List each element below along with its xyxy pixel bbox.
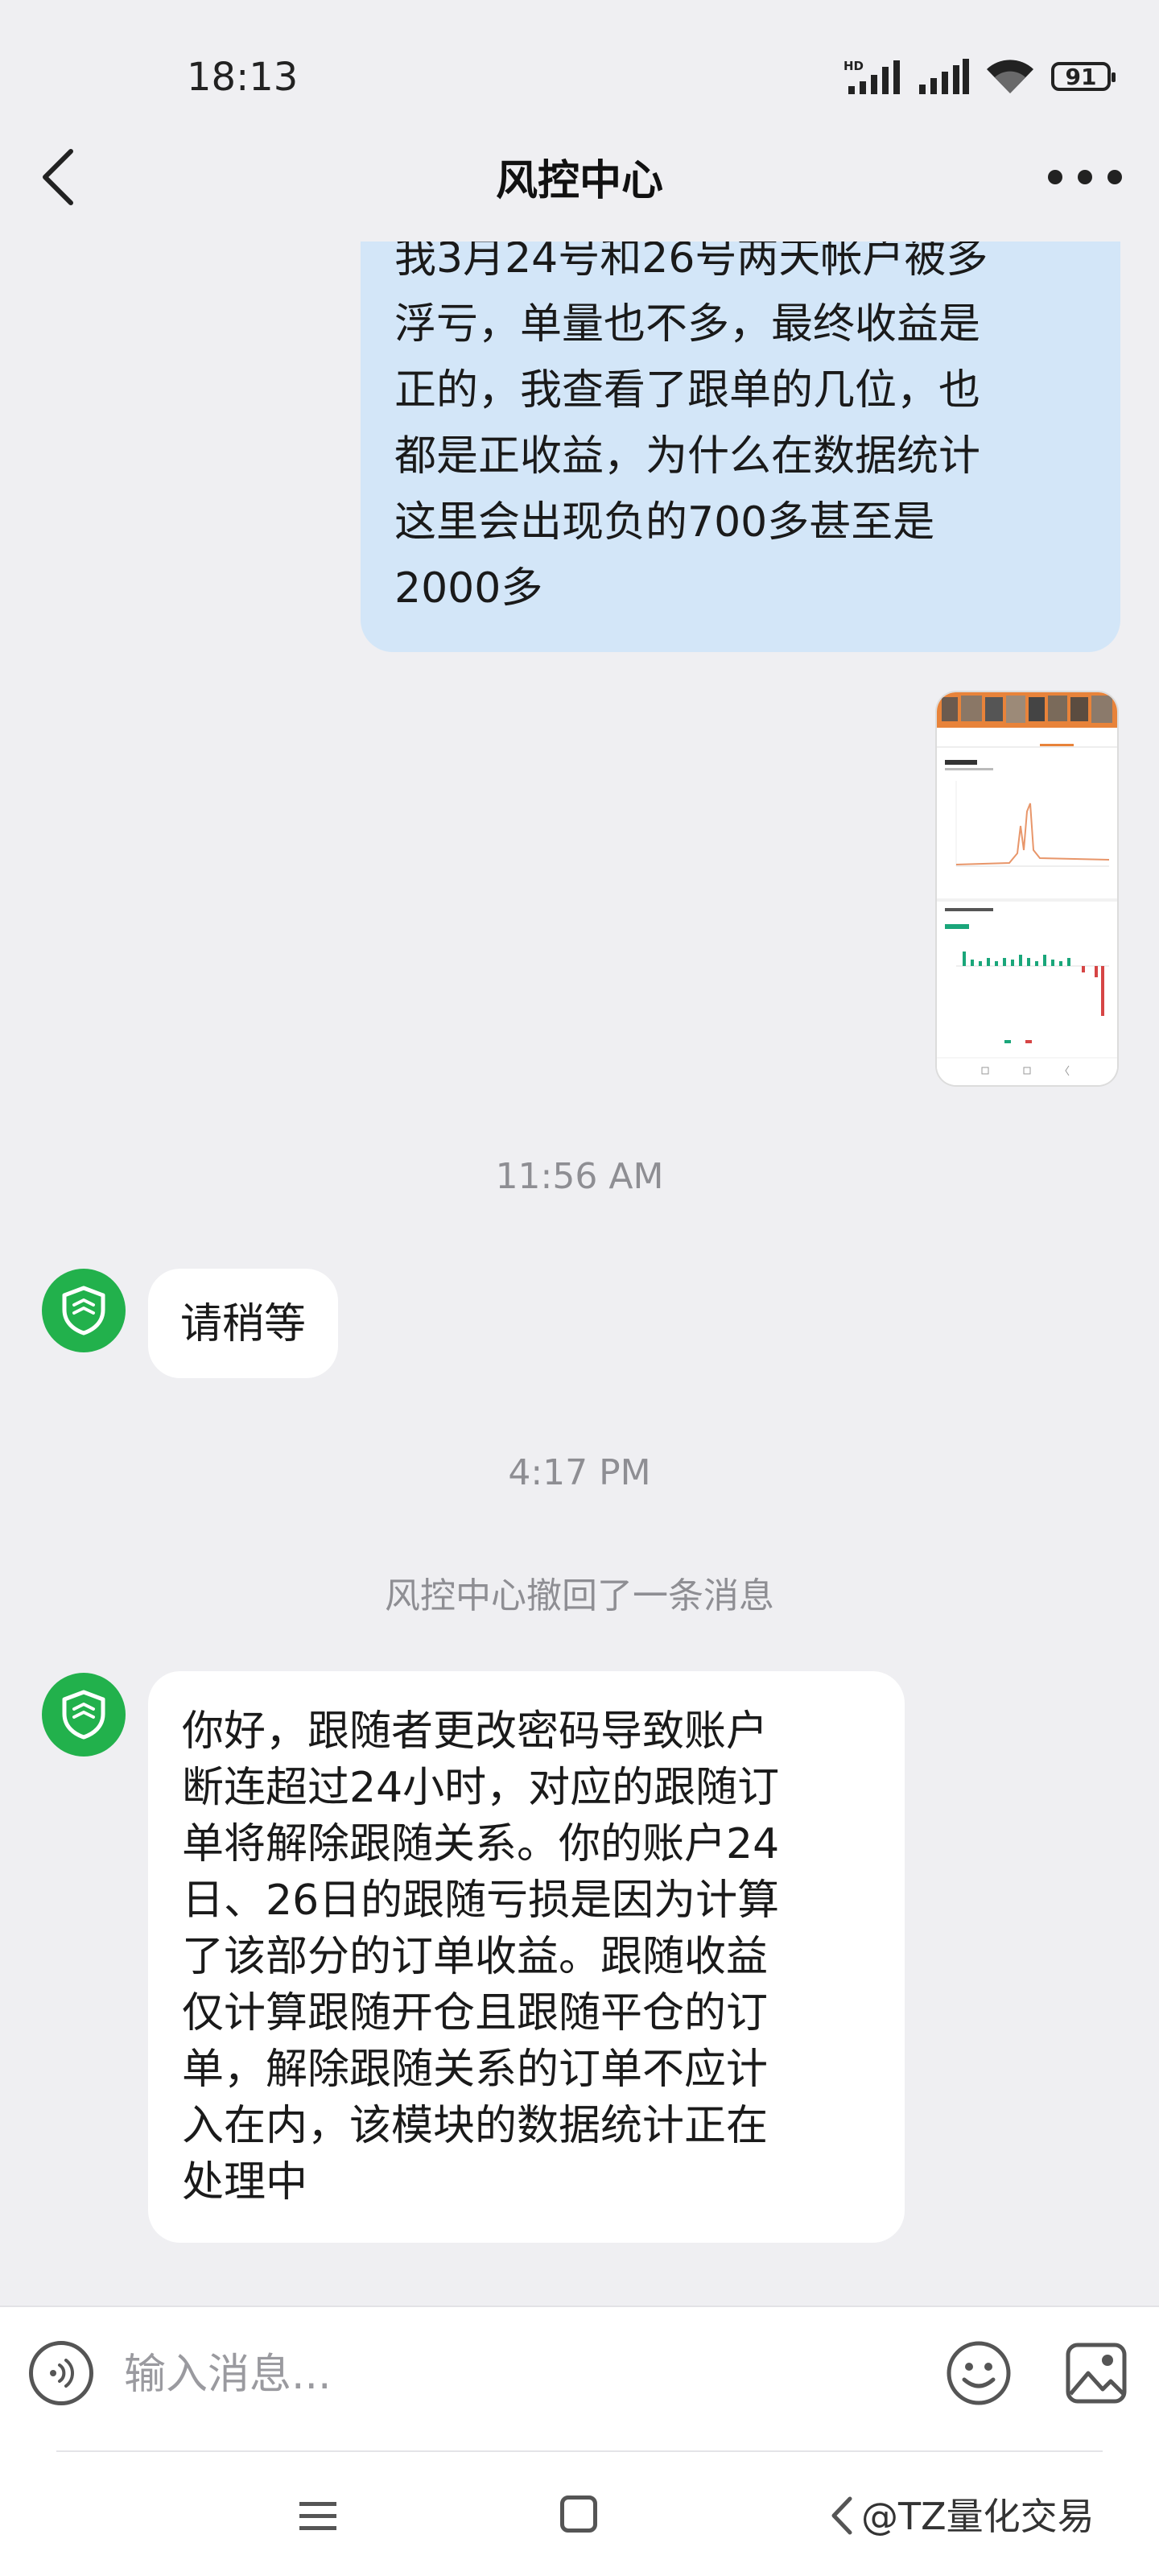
watermark: @TZ量化交易	[861, 2495, 1095, 2538]
message-line: 处理中	[182, 2158, 308, 2207]
message-line: 我3月24号和26号两天帐户被多	[394, 242, 988, 283]
outgoing-message-bubble[interactable]: 我3月24号和26号两天帐户被多 浮亏，单量也不多，最终收益是 正的，我查看了跟…	[361, 242, 1120, 652]
message-timestamp: 4:17 PM	[508, 1452, 651, 1493]
message-line: 这里会出现负的700多甚至是	[394, 498, 935, 547]
message-input[interactable]	[122, 2338, 914, 2412]
image-message-thumbnail[interactable]	[937, 692, 1117, 1085]
emoji-icon[interactable]	[945, 2339, 1013, 2407]
message-line: 浮亏，单量也不多，最终收益是	[394, 300, 981, 349]
message-line: 了该部分的订单收益。跟随收益	[182, 1933, 769, 1981]
message-line: 单将解除跟随关系。你的账户24	[182, 1820, 780, 1868]
message-line: 仅计算跟随开仓且跟随平仓的订	[182, 1989, 769, 2037]
message-input-bar	[0, 2306, 1159, 2452]
more-dot	[1107, 170, 1122, 184]
message-line: 2000多	[394, 564, 543, 613]
signal-icon	[919, 59, 969, 94]
back-nav-icon[interactable]	[829, 2496, 853, 2536]
status-time: 18:13	[187, 55, 299, 100]
screenshot-thumbnail-icon	[937, 692, 1117, 1085]
message-line: 正的，我查看了跟单的几位，也	[394, 366, 981, 415]
incoming-message-bubble[interactable]: 你好，跟随者更改密码导致账户 断连超过24小时，对应的跟随订 单将解除跟随关系。…	[148, 1671, 905, 2243]
recall-notice: 风控中心撤回了一条消息	[385, 1575, 774, 1616]
message-text: 请稍等	[180, 1300, 307, 1348]
more-options-button[interactable]	[1048, 158, 1122, 196]
image-picker-icon[interactable]	[1064, 2341, 1128, 2405]
svg-text:HD: HD	[843, 59, 864, 73]
message-line: 断连超过24小时，对应的跟随订	[182, 1764, 780, 1812]
incoming-message-bubble[interactable]: 请稍等	[148, 1269, 339, 1378]
signal-hd-icon: HD	[843, 59, 900, 94]
shield-icon	[62, 1286, 105, 1335]
message-timestamp: 11:56 AM	[495, 1156, 664, 1197]
battery-level: 91	[1065, 63, 1097, 90]
page-title: 风控中心	[495, 157, 663, 205]
contact-avatar[interactable]	[42, 1673, 126, 1757]
home-button[interactable]	[560, 2496, 597, 2533]
more-dot	[1078, 170, 1092, 184]
status-icons: HD 91	[843, 56, 1116, 97]
battery-icon: 91	[1051, 62, 1116, 91]
more-dot	[1048, 170, 1062, 184]
voice-input-button[interactable]	[29, 2341, 93, 2405]
message-line: 都是正收益，为什么在数据统计	[394, 432, 981, 481]
message-line: 日、26日的跟随亏损是因为计算	[182, 1876, 780, 1925]
message-line: 入在内，该模块的数据统计正在	[182, 2102, 769, 2150]
message-line: 单，解除跟随关系的订单不应计	[182, 2046, 769, 2094]
system-navigation-bar: @TZ量化交易	[0, 2450, 1159, 2576]
recent-apps-icon[interactable]	[298, 2499, 338, 2534]
message-line: 你好，跟随者更改密码导致账户	[182, 1707, 769, 1756]
wifi-icon	[987, 60, 1033, 93]
contact-avatar[interactable]	[42, 1269, 126, 1352]
shield-icon	[62, 1690, 105, 1740]
chat-area[interactable]: 我3月24号和26号两天帐户被多 浮亏，单量也不多，最终收益是 正的，我查看了跟…	[0, 242, 1159, 2302]
voice-icon	[50, 2359, 74, 2388]
divider	[56, 2450, 1103, 2452]
